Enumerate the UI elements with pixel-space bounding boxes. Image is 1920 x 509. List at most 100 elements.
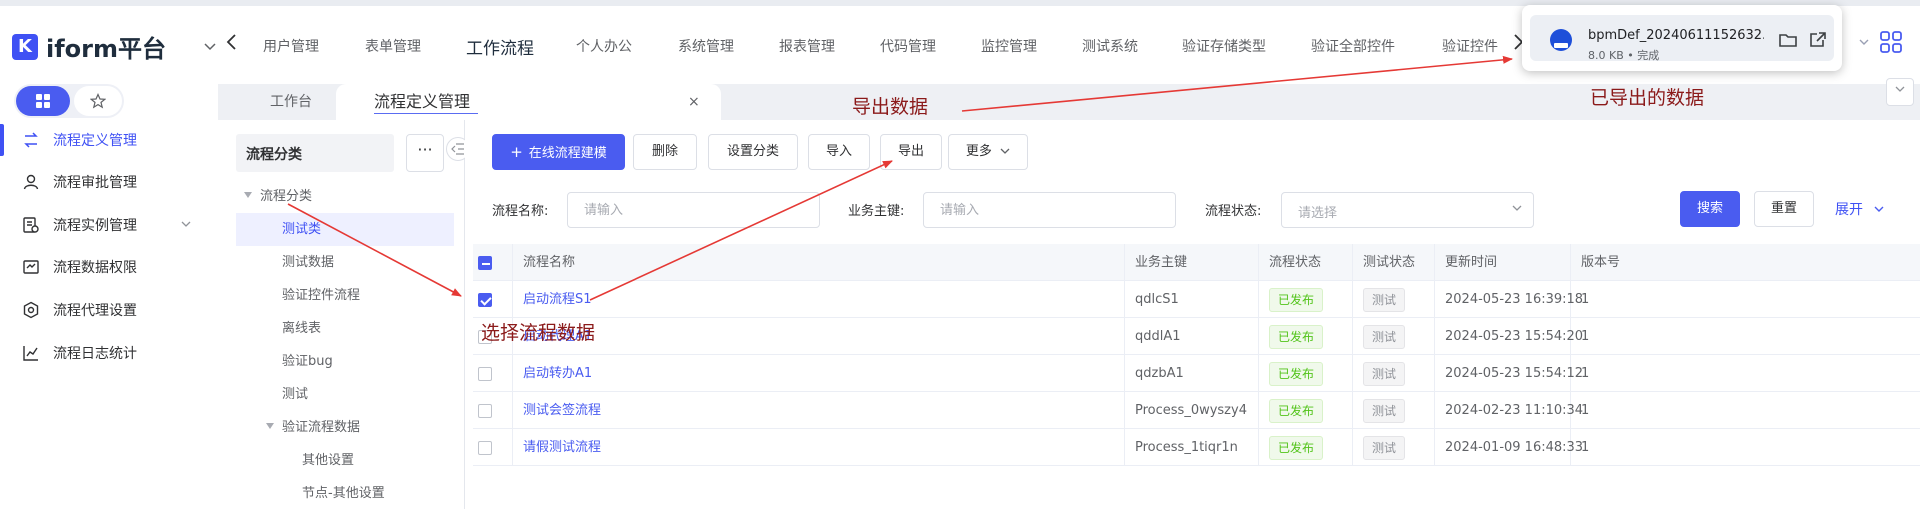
tabs-menu-button[interactable]	[1886, 78, 1914, 106]
status-badge: 已发布	[1269, 362, 1324, 386]
chevron-down-icon[interactable]	[180, 219, 192, 232]
col-updated[interactable]: 更新时间	[1435, 244, 1571, 281]
status-cell: 已发布	[1259, 429, 1353, 466]
tree-node[interactable]: 其他设置	[236, 444, 454, 477]
name-filter-label: 流程名称:	[492, 204, 549, 219]
sidebar-item[interactable]: 流程实例管理	[0, 205, 218, 245]
sidebar-item[interactable]: 流程代理设置	[0, 290, 218, 330]
process-name-link[interactable]: 启动转办A1	[513, 355, 1125, 392]
sidebar-item[interactable]: 流程数据权限	[0, 247, 218, 287]
search-button[interactable]: 搜索	[1680, 191, 1740, 227]
create-process-button[interactable]: + 在线流程建模	[492, 134, 625, 170]
reset-button[interactable]: 重置	[1754, 191, 1814, 227]
name-filter-input[interactable]	[567, 192, 820, 228]
top-nav-item[interactable]: 测试系统	[1082, 36, 1138, 56]
status-badge: 已发布	[1269, 288, 1324, 312]
top-nav-item[interactable]: 报表管理	[779, 36, 835, 56]
top-nav-item[interactable]: 验证存储类型	[1182, 36, 1266, 56]
caret-down-icon[interactable]	[266, 411, 274, 444]
top-nav-item[interactable]: 系统管理	[678, 36, 734, 56]
top-nav-item[interactable]: 代码管理	[880, 36, 936, 56]
open-external-icon[interactable]	[1808, 31, 1830, 51]
chevron-down-icon[interactable]	[1858, 36, 1870, 51]
more-button[interactable]: 更多	[948, 134, 1028, 170]
status-badge: 已发布	[1269, 436, 1324, 460]
caret-down-icon[interactable]	[244, 180, 252, 213]
select-all-checkbox[interactable]	[478, 256, 492, 270]
nav-prev-icon[interactable]	[224, 32, 238, 57]
tree-node[interactable]: 流程分类	[236, 180, 454, 213]
tree-node[interactable]: 测试类	[236, 213, 454, 246]
tree-node-label: 其他设置	[302, 453, 355, 468]
category-more-button[interactable]: ···	[406, 134, 444, 172]
version: 1	[1581, 366, 1590, 381]
sidebar-item[interactable]: 流程日志统计	[0, 333, 218, 373]
top-nav-item[interactable]: 验证全部控件	[1311, 36, 1395, 56]
table-row[interactable]: 启动流程S1 qdlcS1 已发布 测试 2024-05-23 16:39:18 1	[473, 281, 1920, 318]
row-checkbox[interactable]	[478, 441, 492, 455]
sidebar-item-label: 流程审批管理	[53, 175, 137, 191]
favorites-button[interactable]	[74, 86, 122, 116]
status-select-placeholder: 请选择	[1298, 206, 1338, 221]
table-row[interactable]: 测试会签流程 Process_0wyszy4 已发布 测试 2024-02-23 11:…	[473, 392, 1920, 429]
col-key[interactable]: 业务主键	[1125, 244, 1259, 281]
top-nav-item[interactable]: 用户管理	[263, 36, 319, 56]
row-checkbox[interactable]	[478, 293, 492, 307]
col-status[interactable]: 流程状态	[1259, 244, 1353, 281]
status-badge: 已发布	[1269, 399, 1324, 423]
row-checkbox[interactable]	[478, 404, 492, 418]
row-checkbox[interactable]	[478, 367, 492, 381]
version: 1	[1581, 403, 1590, 418]
key-filter-input[interactable]	[923, 192, 1176, 228]
business-key: Process_0wyszy4	[1125, 392, 1259, 429]
top-nav-item[interactable]: 监控管理	[981, 36, 1037, 56]
top-nav-item[interactable]: 个人办公	[576, 36, 632, 56]
table-row[interactable]: 启动代理A1 qddlA1 已发布 测试 2024-05-23 15:54:20 1	[473, 318, 1920, 355]
top-nav-item[interactable]: 表单管理	[365, 36, 421, 56]
col-test-status[interactable]: 测试状态	[1353, 244, 1435, 281]
col-version[interactable]: 版本号	[1571, 244, 1920, 281]
apps-grid-icon[interactable]	[1880, 31, 1902, 53]
tab-home[interactable]: 工作台	[270, 84, 312, 120]
delete-button[interactable]: 删除	[633, 134, 697, 170]
row-select-cell	[473, 429, 513, 466]
tree-node[interactable]: 测试	[236, 378, 454, 411]
download-item[interactable]: bpmDef_20240611152632.zip 8.0 KB • 完成	[1530, 15, 1834, 62]
test-cell: 测试	[1353, 355, 1435, 392]
status-cell: 已发布	[1259, 281, 1353, 318]
process-name-link[interactable]: 启动流程S1	[513, 281, 1125, 318]
table-row[interactable]: 启动转办A1 qdzbA1 已发布 测试 2024-05-23 15:54:12 1	[473, 355, 1920, 392]
business-key: Process_1tiqr1n	[1125, 429, 1259, 466]
app-logo[interactable]: K iform平台	[12, 29, 166, 64]
tree-node[interactable]: 测试数据	[236, 246, 454, 279]
tab-process-definition[interactable]: 流程定义管理 ×	[336, 84, 721, 120]
set-category-button[interactable]: 设置分类	[708, 134, 798, 170]
tree-node[interactable]: 节点-其他设置	[236, 477, 454, 509]
tree-node[interactable]: 验证控件流程	[236, 279, 454, 312]
tree-node-label: 流程分类	[260, 189, 313, 204]
process-name-link[interactable]: 请假测试流程	[513, 429, 1125, 466]
screen: K iform平台 用户管理 表单管理 工作流程 个人办公 系统管理 报表管理 代码管理 监控…	[0, 0, 1920, 509]
process-name-link[interactable]: 启动代理A1	[513, 318, 1125, 355]
expand-label: 展开	[1835, 202, 1863, 218]
tree-node[interactable]: 验证bug	[236, 345, 454, 378]
close-icon[interactable]: ×	[688, 84, 700, 120]
sidebar-item[interactable]: 流程审批管理	[0, 162, 218, 202]
grid-view-button[interactable]	[16, 86, 70, 116]
tree-node[interactable]: 离线表	[236, 312, 454, 345]
expand-filters-link[interactable]: 展开	[1835, 199, 1885, 219]
test-badge: 测试	[1363, 362, 1406, 386]
export-button[interactable]: 导出	[880, 134, 942, 170]
status-filter-select[interactable]: 请选择	[1281, 192, 1534, 228]
top-nav-item[interactable]: 验证控件	[1442, 36, 1498, 56]
tree-node[interactable]: 验证流程数据	[236, 411, 454, 444]
import-button[interactable]: 导入	[808, 134, 870, 170]
col-name[interactable]: 流程名称	[513, 244, 1125, 281]
top-nav-item[interactable]: 工作流程	[466, 34, 534, 59]
chevron-down-icon[interactable]	[203, 39, 219, 55]
process-name-link[interactable]: 测试会签流程	[513, 392, 1125, 429]
folder-icon[interactable]	[1778, 31, 1800, 51]
status-filter-label: 流程状态:	[1205, 204, 1262, 219]
table-row[interactable]: 请假测试流程 Process_1tiqr1n 已发布 测试 2024-01-09 16:…	[473, 429, 1920, 466]
sidebar-item[interactable]: 流程定义管理	[0, 120, 218, 160]
